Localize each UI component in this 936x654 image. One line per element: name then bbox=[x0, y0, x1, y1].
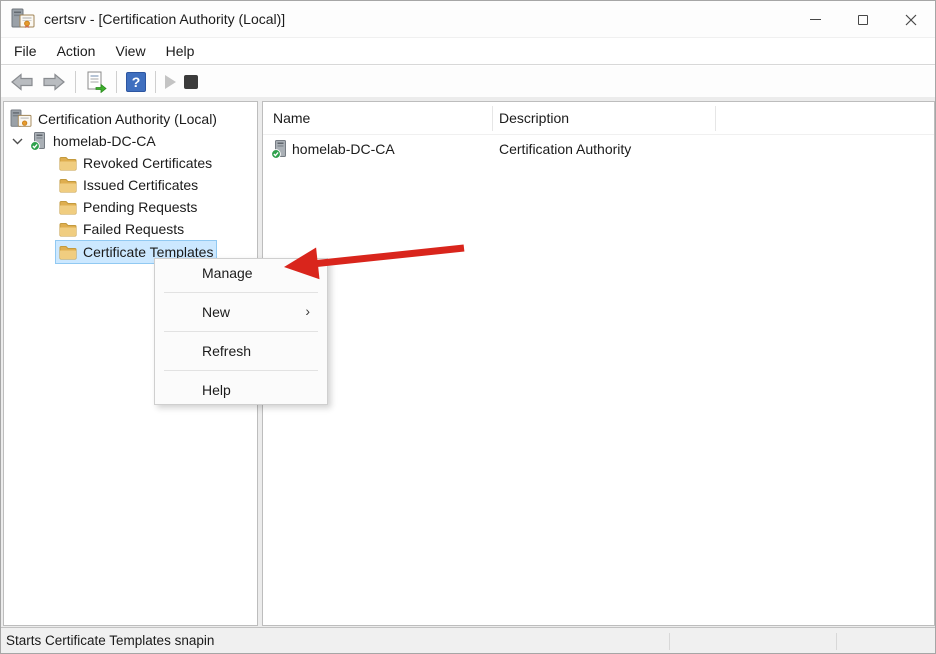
column-resize-handle[interactable] bbox=[492, 106, 493, 131]
maximize-icon bbox=[858, 15, 868, 25]
column-header-name[interactable]: Name bbox=[273, 110, 310, 126]
folder-icon bbox=[59, 200, 77, 215]
context-menu-label: New bbox=[202, 304, 230, 320]
window-title: certsrv - [Certification Authority (Loca… bbox=[44, 11, 285, 27]
chevron-expanded-icon[interactable] bbox=[12, 138, 23, 145]
folder-icon bbox=[59, 245, 77, 260]
results-list-pane: Name Description homelab-DC-CA Certifica… bbox=[262, 101, 935, 626]
stop-service-button[interactable] bbox=[184, 75, 198, 89]
context-menu-item-new[interactable]: New › bbox=[155, 300, 327, 324]
list-cell-name: homelab-DC-CA bbox=[292, 141, 395, 157]
folder-icon bbox=[59, 222, 77, 237]
title-bar: certsrv - [Certification Authority (Loca… bbox=[1, 1, 935, 38]
context-menu-separator bbox=[164, 370, 318, 371]
forward-arrow-icon bbox=[42, 73, 66, 91]
window-controls bbox=[791, 1, 935, 38]
certsrv-window: { "window": { "title": "certsrv - [Certi… bbox=[0, 0, 936, 654]
minimize-button[interactable] bbox=[791, 1, 839, 38]
folder-icon bbox=[59, 178, 77, 193]
statusbar-separator bbox=[669, 633, 670, 650]
list-row-ca[interactable]: homelab-DC-CA Certification Authority bbox=[263, 138, 934, 162]
statusbar-separator bbox=[836, 633, 837, 650]
toolbar-separator bbox=[155, 71, 156, 93]
context-menu-separator bbox=[164, 292, 318, 293]
ca-server-icon bbox=[271, 140, 288, 159]
context-menu-label: Refresh bbox=[202, 343, 251, 359]
forward-button[interactable] bbox=[42, 73, 66, 91]
menu-view[interactable]: View bbox=[105, 39, 155, 63]
toolbar: ? bbox=[1, 66, 935, 97]
ca-server-icon bbox=[30, 132, 47, 151]
help-icon: ? bbox=[126, 72, 146, 92]
menu-file[interactable]: File bbox=[4, 39, 47, 63]
context-menu-item-refresh[interactable]: Refresh bbox=[155, 339, 327, 363]
column-resize-handle[interactable] bbox=[715, 106, 716, 131]
context-menu-item-help[interactable]: Help bbox=[155, 378, 327, 402]
list-header: Name Description bbox=[263, 102, 934, 135]
tree-folder-label: Revoked Certificates bbox=[83, 155, 212, 171]
close-button[interactable] bbox=[887, 1, 935, 38]
context-menu-separator bbox=[164, 331, 318, 332]
minimize-icon bbox=[810, 19, 821, 20]
close-icon bbox=[905, 14, 917, 26]
header-underline bbox=[263, 134, 934, 135]
tree-node-root[interactable]: Certification Authority (Local) bbox=[10, 108, 217, 130]
toolbar-separator bbox=[116, 71, 117, 93]
export-list-icon bbox=[85, 71, 107, 93]
status-bar: Starts Certificate Templates snapin bbox=[1, 627, 935, 653]
status-text: Starts Certificate Templates snapin bbox=[6, 633, 214, 648]
context-menu-label: Help bbox=[202, 382, 231, 398]
export-list-button[interactable] bbox=[85, 71, 107, 93]
tree-ca-label: homelab-DC-CA bbox=[53, 133, 156, 149]
tree-folder-label: Issued Certificates bbox=[83, 177, 198, 193]
toolbar-separator bbox=[75, 71, 76, 93]
context-menu-label: Manage bbox=[202, 265, 253, 281]
menu-action[interactable]: Action bbox=[47, 39, 106, 63]
back-button[interactable] bbox=[10, 73, 34, 91]
context-menu: Manage New › Refresh Help bbox=[154, 258, 328, 405]
help-button[interactable]: ? bbox=[126, 72, 146, 92]
back-arrow-icon bbox=[10, 73, 34, 91]
tree-node-ca[interactable]: homelab-DC-CA bbox=[30, 130, 156, 152]
certsrv-app-icon bbox=[11, 8, 35, 30]
menu-bar: File Action View Help bbox=[1, 38, 935, 65]
stop-icon bbox=[184, 75, 198, 89]
tree-folder-label: Pending Requests bbox=[83, 199, 197, 215]
submenu-chevron-icon: › bbox=[305, 303, 310, 319]
column-header-description[interactable]: Description bbox=[499, 110, 569, 126]
tree-node-pending-requests[interactable]: Pending Requests bbox=[56, 196, 200, 218]
tree-folder-label: Failed Requests bbox=[83, 221, 184, 237]
start-service-button[interactable] bbox=[165, 75, 176, 89]
play-icon bbox=[165, 75, 176, 89]
menu-help[interactable]: Help bbox=[156, 39, 205, 63]
tree-node-issued-certificates[interactable]: Issued Certificates bbox=[56, 174, 201, 196]
context-menu-item-manage[interactable]: Manage bbox=[155, 261, 327, 285]
maximize-button[interactable] bbox=[839, 1, 887, 38]
tree-root-label: Certification Authority (Local) bbox=[38, 111, 217, 127]
tree-node-revoked-certificates[interactable]: Revoked Certificates bbox=[56, 152, 215, 174]
list-cell-description: Certification Authority bbox=[499, 141, 631, 157]
certification-authority-icon bbox=[10, 109, 32, 129]
tree-node-failed-requests[interactable]: Failed Requests bbox=[56, 218, 187, 240]
folder-icon bbox=[59, 156, 77, 171]
